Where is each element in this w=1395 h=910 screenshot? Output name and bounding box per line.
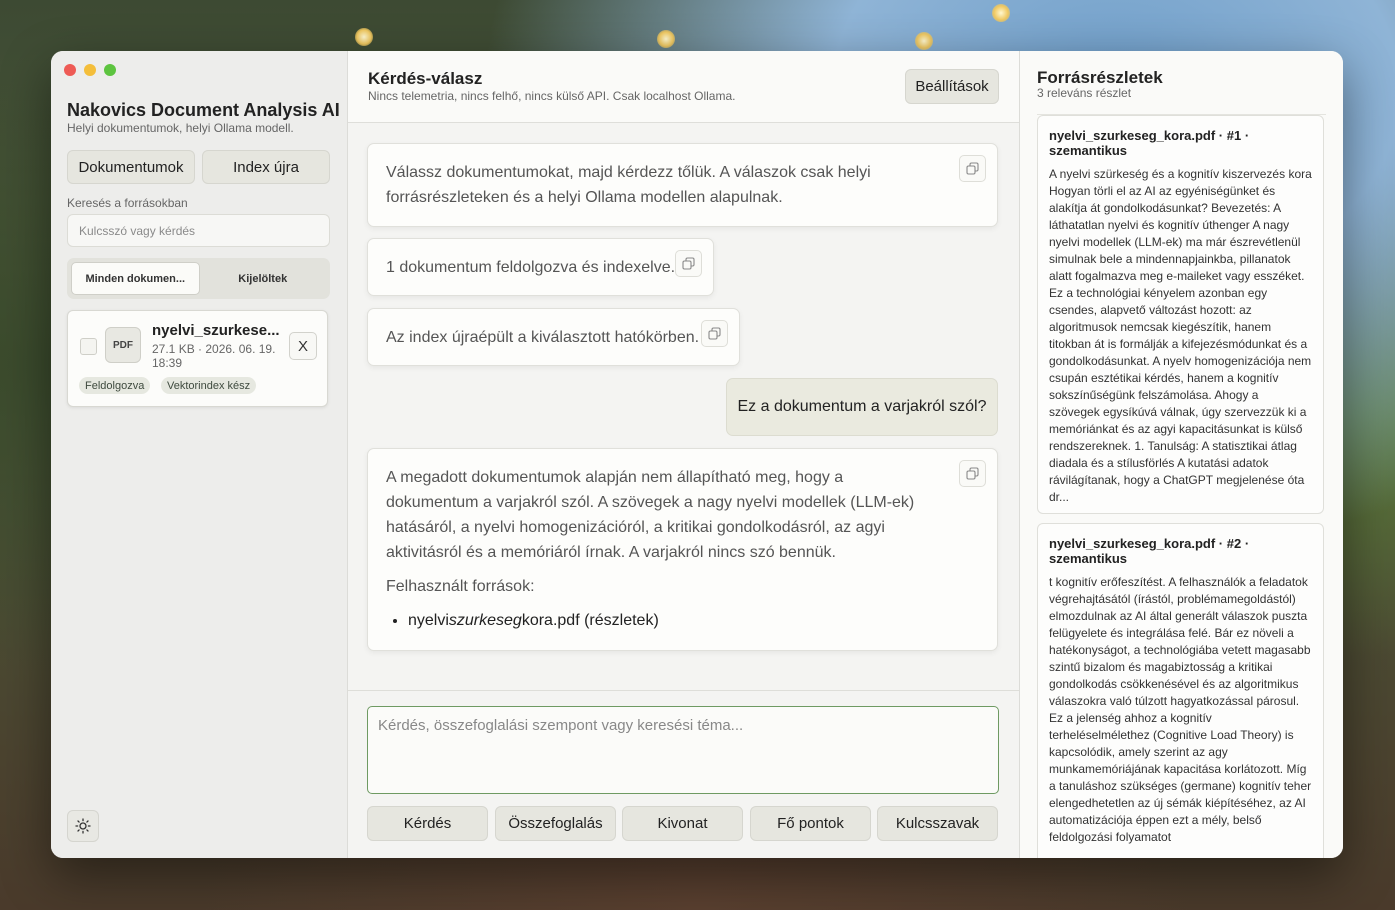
status-badge-vector-index: Vektorindex kész: [161, 377, 257, 394]
string-light-decoration: [915, 32, 933, 50]
copy-icon: [966, 162, 979, 175]
document-name: nyelvi_szurkese...: [152, 322, 280, 339]
sun-icon: [75, 818, 91, 834]
theme-toggle-button[interactable]: [67, 810, 99, 842]
zoom-window-button[interactable]: [104, 64, 116, 76]
reindex-button[interactable]: Index újra: [202, 150, 330, 184]
assistant-message: Az index újraépült a kiválasztott hatókö…: [367, 308, 740, 366]
remove-document-button[interactable]: X: [289, 332, 317, 360]
document-card[interactable]: PDF nyelvi_szurkese... 27.1 KB · 2026. 0…: [67, 310, 328, 407]
search-input[interactable]: [67, 214, 330, 247]
minimize-window-button[interactable]: [84, 64, 96, 76]
copy-icon: [966, 467, 979, 480]
chat-header: Kérdés-válasz Nincs telemetria, nincs fe…: [348, 51, 1019, 123]
documents-button[interactable]: Dokumentumok: [67, 150, 195, 184]
page-title: Kérdés-válasz: [368, 69, 483, 88]
string-light-decoration: [355, 28, 373, 46]
snippet-title: nyelvi_szurkeseg_kora.pdf · #2 · szemant…: [1049, 536, 1250, 566]
app-window: Nakovics Document Analysis AI Helyi doku…: [51, 51, 1343, 858]
composer: Kérdés Összefoglalás Kivonat Fő pontok K…: [348, 690, 1019, 858]
snippet-text: t kognitív erőfeszítést. A felhasználók …: [1049, 575, 1312, 844]
scope-segmented-control: Minden dokumen... Kijelöltek: [67, 258, 330, 299]
copy-button[interactable]: [675, 250, 702, 277]
document-checkbox[interactable]: [80, 338, 97, 355]
assistant-answer: A megadott dokumentumok alapján nem álla…: [367, 448, 998, 651]
sources-count: 3 releváns részlet: [1037, 86, 1132, 100]
assistant-message: Válassz dokumentumokat, majd kérdezz től…: [367, 143, 998, 227]
copy-button[interactable]: [959, 155, 986, 182]
keywords-button[interactable]: Kulcsszavak: [877, 806, 998, 841]
settings-button[interactable]: Beállítások: [905, 69, 999, 104]
close-window-button[interactable]: [64, 64, 76, 76]
sidebar: Nakovics Document Analysis AI Helyi doku…: [51, 51, 348, 858]
source-snippet-card[interactable]: nyelvi_szurkeseg_kora.pdf · #2 · szemant…: [1037, 523, 1324, 858]
search-label: Keresés a forrásokban: [67, 196, 188, 210]
snippet-title: nyelvi_szurkeseg_kora.pdf · #1 · szemant…: [1049, 128, 1250, 158]
source-list-item: nyelviszurkesegkora.pdf (részletek): [408, 608, 937, 633]
ask-button[interactable]: Kérdés: [367, 806, 488, 841]
copy-button[interactable]: [701, 320, 728, 347]
page-subtitle: Nincs telemetria, nincs felhő, nincs kül…: [368, 89, 736, 103]
extract-button[interactable]: Kivonat: [622, 806, 743, 841]
copy-button[interactable]: [959, 460, 986, 487]
copy-icon: [708, 327, 721, 340]
snippet-text: A nyelvi szürkeség és a kognitív kiszerv…: [1049, 167, 1312, 504]
assistant-message: 1 dokumentum feldolgozva és indexelve.: [367, 238, 714, 296]
app-subtitle: Helyi dokumentumok, helyi Ollama modell.: [67, 121, 294, 135]
sources-label: Felhasznált források:: [386, 578, 535, 595]
app-title: Nakovics Document Analysis AI: [67, 100, 340, 120]
message-text: 1 dokumentum feldolgozva és indexelve.: [386, 259, 676, 276]
summarize-button[interactable]: Összefoglalás: [495, 806, 616, 841]
string-light-decoration: [992, 4, 1010, 22]
copy-icon: [682, 257, 695, 270]
string-light-decoration: [657, 30, 675, 48]
segment-all-documents[interactable]: Minden dokumen...: [71, 262, 200, 295]
window-controls: [64, 64, 116, 76]
chat-panel: Kérdés-válasz Nincs telemetria, nincs fe…: [348, 51, 1020, 858]
sources-title: Forrásrészletek: [1037, 68, 1163, 87]
message-text: Az index újraépült a kiválasztott hatókö…: [386, 329, 700, 346]
segment-selected[interactable]: Kijelöltek: [200, 262, 327, 295]
status-badge-processed: Feldolgozva: [79, 377, 151, 394]
answer-text: A megadott dokumentumok alapján nem álla…: [386, 469, 915, 561]
pdf-file-icon: PDF: [105, 327, 141, 363]
source-snippet-card[interactable]: nyelvi_szurkeseg_kora.pdf · #1 · szemant…: [1037, 115, 1324, 514]
sources-panel: Forrásrészletek 3 releváns részlet nyelv…: [1020, 51, 1343, 858]
key-points-button[interactable]: Fő pontok: [750, 806, 871, 841]
user-message: Ez a dokumentum a varjakról szól?: [726, 378, 998, 436]
sources-list: nyelviszurkesegkora.pdf (részletek): [386, 608, 937, 633]
document-meta: 27.1 KB · 2026. 06. 19. 18:39: [152, 342, 276, 370]
message-text: Válassz dokumentumokat, majd kérdezz től…: [386, 164, 871, 206]
question-input[interactable]: [367, 706, 999, 794]
